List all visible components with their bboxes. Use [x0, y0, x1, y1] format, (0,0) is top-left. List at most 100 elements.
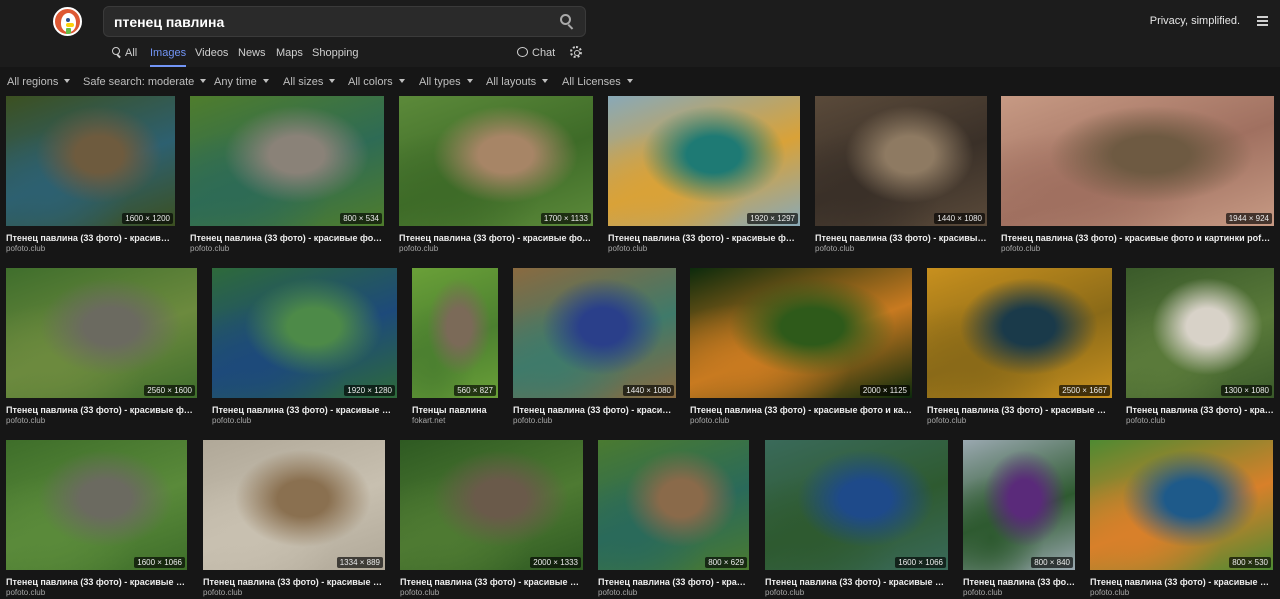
image-result[interactable]: 1600 × 1200 Птенец павлина (33 фото) - кр…: [6, 96, 175, 258]
image-thumbnail[interactable]: 800 × 530: [1090, 440, 1273, 570]
image-result[interactable]: 1944 × 924 Птенец павлина (33 фото) - кра…: [1001, 96, 1274, 258]
image-thumbnail[interactable]: 1440 × 1080: [815, 96, 987, 226]
image-caption[interactable]: Птенец павлина (33 фото) - красивые фото…: [1090, 577, 1273, 587]
image-caption[interactable]: Птенец павлина (33 фото) - красивые фото…: [690, 405, 912, 415]
image-thumbnail[interactable]: 2500 × 1667: [927, 268, 1112, 398]
image-result[interactable]: 1600 × 1066 Птенец павлина (33 фото) - кр…: [765, 440, 948, 599]
image-result[interactable]: 560 × 827 Птенцы павлина fokart.net: [412, 268, 498, 430]
tab-maps[interactable]: Maps: [276, 47, 303, 67]
image-caption[interactable]: Птенец павлина (33 фото) - красивые фото…: [190, 233, 384, 243]
image-source-domain[interactable]: fokart.net: [412, 416, 445, 425]
image-result[interactable]: 2000 × 1125 Птенец павлина (33 фото) - кр…: [690, 268, 912, 430]
image-source-domain[interactable]: pofoto.club: [765, 588, 804, 597]
image-result[interactable]: 1920 × 1297 Птенец павлина (33 фото) - кр…: [608, 96, 800, 258]
filter-types[interactable]: All types: [419, 76, 473, 88]
image-result[interactable]: 2560 × 1600 Птенец павлина (33 фото) - кр…: [6, 268, 197, 430]
image-result[interactable]: 1334 × 889 Птенец павлина (33 фото) - кра…: [203, 440, 385, 599]
image-source-domain[interactable]: pofoto.club: [598, 588, 637, 597]
image-thumbnail[interactable]: 2000 × 1333: [400, 440, 583, 570]
image-result[interactable]: 800 × 840 Птенец павлина (33 фото) - крас…: [963, 440, 1075, 599]
image-source-domain[interactable]: pofoto.club: [203, 588, 242, 597]
filter-licenses[interactable]: All Licenses: [562, 76, 633, 88]
filter-regions[interactable]: All regions: [7, 76, 71, 88]
image-source-domain[interactable]: pofoto.club: [399, 244, 438, 253]
image-thumbnail[interactable]: 1440 × 1080: [513, 268, 676, 398]
image-result[interactable]: 1600 × 1066 Птенец павлина (33 фото) - кр…: [6, 440, 187, 599]
image-thumbnail[interactable]: 2560 × 1600: [6, 268, 197, 398]
filter-safe-search[interactable]: Safe search: moderate: [83, 76, 207, 88]
image-source-domain[interactable]: pofoto.club: [608, 244, 647, 253]
image-caption[interactable]: Птенец павлина (33 фото) - красивые фото…: [927, 405, 1112, 415]
image-caption[interactable]: Птенец павлина (33 фото) - красивые фото…: [203, 577, 385, 587]
image-result[interactable]: 1700 × 1133 Птенец павлина (33 фото) - кр…: [399, 96, 593, 258]
gear-icon[interactable]: [570, 46, 582, 58]
image-caption[interactable]: Птенец павлина (33 фото) - красивые фото…: [765, 577, 948, 587]
image-caption[interactable]: Птенец павлина (33 фото) - красивые фото…: [399, 233, 593, 243]
image-thumbnail[interactable]: 1600 × 1200: [6, 96, 175, 226]
image-result[interactable]: 800 × 629 Птенец павлина (33 фото) - крас…: [598, 440, 749, 599]
image-source-domain[interactable]: pofoto.club: [190, 244, 229, 253]
image-source-domain[interactable]: pofoto.club: [1001, 244, 1040, 253]
image-source-domain[interactable]: pofoto.club: [963, 588, 1002, 597]
image-thumbnail[interactable]: 1920 × 1280: [212, 268, 397, 398]
image-source-domain[interactable]: pofoto.club: [6, 416, 45, 425]
image-thumbnail[interactable]: 1944 × 924: [1001, 96, 1274, 226]
tab-images[interactable]: Images: [150, 47, 187, 67]
image-caption[interactable]: Птенцы павлина: [412, 405, 498, 415]
image-result[interactable]: 800 × 534 Птенец павлина (33 фото) - крас…: [190, 96, 384, 258]
image-result[interactable]: 1920 × 1280 Птенец павлина (33 фото) - кр…: [212, 268, 397, 430]
image-thumbnail[interactable]: 1600 × 1066: [765, 440, 948, 570]
chat-button[interactable]: Chat: [517, 47, 555, 59]
image-result[interactable]: 1300 × 1080 Птенец павлина (33 фото) - кр…: [1126, 268, 1274, 430]
image-caption[interactable]: Птенец павлина (33 фото) - красивые фото…: [513, 405, 676, 415]
image-thumbnail[interactable]: 1334 × 889: [203, 440, 385, 570]
tab-all[interactable]: All: [112, 47, 137, 67]
image-result[interactable]: 2000 × 1333 Птенец павлина (33 фото) - кр…: [400, 440, 583, 599]
search-icon[interactable]: [560, 14, 575, 30]
image-thumbnail[interactable]: 1920 × 1297: [608, 96, 800, 226]
image-thumbnail[interactable]: 800 × 534: [190, 96, 384, 226]
filter-time[interactable]: Any time: [214, 76, 269, 88]
search-input[interactable]: [104, 7, 544, 36]
image-source-domain[interactable]: pofoto.club: [400, 588, 439, 597]
image-caption[interactable]: Птенец павлина (33 фото) - красивые фото…: [6, 233, 175, 243]
tab-news[interactable]: News: [238, 47, 266, 67]
duckduckgo-logo[interactable]: [53, 7, 82, 36]
image-caption[interactable]: Птенец павлина (33 фото) - красивые фото…: [1001, 233, 1274, 243]
image-thumbnail[interactable]: 800 × 840: [963, 440, 1075, 570]
image-caption[interactable]: Птенец павлина (33 фото) - красивые фото…: [6, 405, 197, 415]
image-caption[interactable]: Птенец павлина (33 фото) - красивые фото…: [608, 233, 800, 243]
image-caption[interactable]: Птенец павлина (33 фото) - красивые фото…: [963, 577, 1075, 587]
image-thumbnail[interactable]: 560 × 827: [412, 268, 498, 398]
filter-sizes[interactable]: All sizes: [283, 76, 336, 88]
image-result[interactable]: 1440 × 1080 Птенец павлина (33 фото) - кр…: [815, 96, 987, 258]
image-source-domain[interactable]: pofoto.club: [513, 416, 552, 425]
filter-layouts[interactable]: All layouts: [486, 76, 549, 88]
image-source-domain[interactable]: pofoto.club: [6, 244, 45, 253]
image-source-domain[interactable]: pofoto.club: [815, 244, 854, 253]
image-thumbnail[interactable]: 1700 × 1133: [399, 96, 593, 226]
image-thumbnail[interactable]: 1300 × 1080: [1126, 268, 1274, 398]
image-result[interactable]: 800 × 530 Птенец павлина (33 фото) - крас…: [1090, 440, 1273, 599]
image-source-domain[interactable]: pofoto.club: [927, 416, 966, 425]
tab-videos[interactable]: Videos: [195, 47, 228, 67]
image-thumbnail[interactable]: 1600 × 1066: [6, 440, 187, 570]
image-caption[interactable]: Птенец павлина (33 фото) - красивые фото…: [815, 233, 987, 243]
image-thumbnail[interactable]: 800 × 629: [598, 440, 749, 570]
image-source-domain[interactable]: pofoto.club: [1126, 416, 1165, 425]
image-caption[interactable]: Птенец павлина (33 фото) - красивые фото…: [400, 577, 583, 587]
image-caption[interactable]: Птенец павлина (33 фото) - красивые фото…: [598, 577, 749, 587]
image-source-domain[interactable]: pofoto.club: [6, 588, 45, 597]
image-thumbnail[interactable]: 2000 × 1125: [690, 268, 912, 398]
image-result[interactable]: 2500 × 1667 Птенец павлина (33 фото) - кр…: [927, 268, 1112, 430]
image-source-domain[interactable]: pofoto.club: [1090, 588, 1129, 597]
image-caption[interactable]: Птенец павлина (33 фото) - красивые фото…: [212, 405, 397, 415]
image-caption[interactable]: Птенец павлина (33 фото) - красивые фото…: [6, 577, 187, 587]
image-caption[interactable]: Птенец павлина (33 фото) - красивые фото…: [1126, 405, 1274, 415]
tab-shopping[interactable]: Shopping: [312, 47, 359, 67]
filter-colors[interactable]: All colors: [348, 76, 405, 88]
image-source-domain[interactable]: pofoto.club: [690, 416, 729, 425]
image-result[interactable]: 1440 × 1080 Птенец павлина (33 фото) - кр…: [513, 268, 676, 430]
hamburger-menu-icon[interactable]: [1257, 16, 1268, 26]
image-source-domain[interactable]: pofoto.club: [212, 416, 251, 425]
